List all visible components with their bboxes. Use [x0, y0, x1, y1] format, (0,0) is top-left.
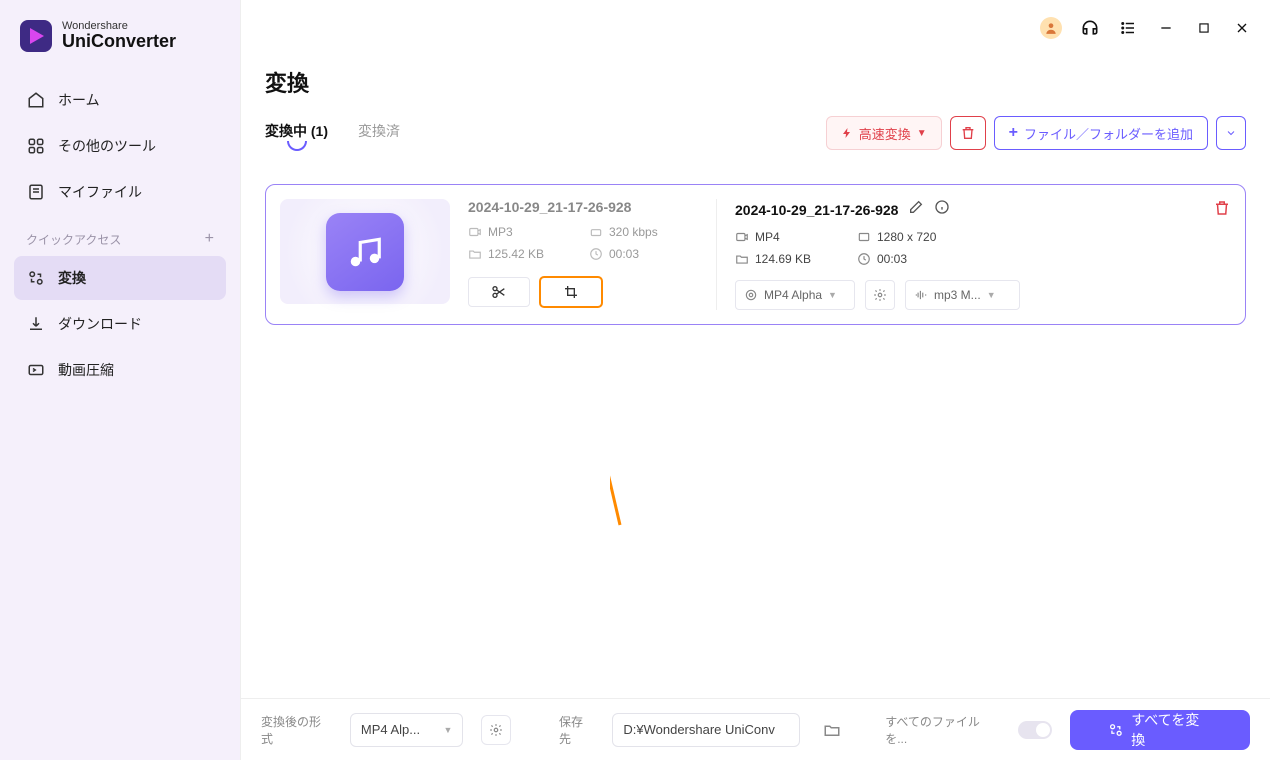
nav-compress[interactable]: 動画圧縮: [14, 348, 226, 392]
all-files-label: すべてのファイルを...: [885, 713, 1000, 747]
logo-icon: [20, 20, 52, 52]
download-icon: [26, 314, 46, 334]
dimensions-icon: [857, 230, 871, 244]
music-icon: [326, 213, 404, 291]
file-icon: [26, 182, 46, 202]
destination-label: 保存先: [559, 713, 594, 747]
titlebar: [241, 0, 1270, 56]
folder-icon: [735, 252, 749, 266]
fast-convert-button[interactable]: 高速変換 ▼: [826, 116, 942, 150]
grid-icon: [26, 136, 46, 156]
menu-icon[interactable]: [1118, 18, 1138, 38]
maximize-button[interactable]: [1194, 18, 1214, 38]
add-quick-access-button[interactable]: +: [205, 230, 214, 248]
main: 変換 変換中 (1) 変換済 高速変換 ▼: [240, 0, 1270, 760]
output-format-dropdown[interactable]: MP4 Alp... ▼: [350, 713, 464, 747]
rename-button[interactable]: [908, 199, 924, 220]
folder-icon: [468, 247, 482, 261]
trash-icon: [960, 125, 976, 141]
folder-icon: [823, 721, 841, 739]
nav-my-files[interactable]: マイファイル: [14, 170, 226, 214]
add-file-button[interactable]: + ファイル／フォルダーを追加: [994, 116, 1208, 150]
browse-folder-button[interactable]: [818, 715, 848, 745]
crop-icon: [563, 284, 579, 300]
delete-all-button[interactable]: [950, 116, 986, 150]
convert-icon: [26, 268, 46, 288]
chevron-down-icon: [1225, 127, 1237, 139]
nav-label: ホーム: [58, 90, 100, 110]
file-thumbnail: [280, 199, 450, 304]
convert-all-button[interactable]: すべてを変換: [1070, 710, 1251, 750]
close-button[interactable]: [1232, 18, 1252, 38]
quick-access-header: クイックアクセス +: [14, 216, 226, 254]
crop-button[interactable]: [540, 277, 602, 307]
gear-icon: [873, 288, 887, 302]
info-button[interactable]: [934, 199, 950, 220]
divider: [716, 199, 717, 310]
minimize-button[interactable]: [1156, 18, 1176, 38]
preset-dropdown[interactable]: MP4 Alpha ▼: [735, 280, 855, 310]
settings-button[interactable]: [865, 280, 895, 310]
plus-icon: +: [1009, 124, 1018, 142]
trash-icon: [1213, 199, 1231, 217]
nav-other-tools[interactable]: その他のツール: [14, 124, 226, 168]
tab-converting[interactable]: 変換中 (1): [265, 121, 328, 145]
page-title: 変換: [265, 56, 1246, 116]
output-format-label: 変換後の形式: [261, 713, 332, 747]
file-item[interactable]: 2024-10-29_21-17-26-928 MP3 320 kbps 125…: [265, 184, 1246, 325]
clock-icon: [589, 247, 603, 261]
video-icon: [735, 230, 749, 244]
home-icon: [26, 90, 46, 110]
video-icon: [468, 225, 482, 239]
destination-path-input[interactable]: D:¥Wondershare UniConv: [612, 713, 799, 747]
audio-dropdown[interactable]: mp3 M... ▼: [905, 280, 1020, 310]
chevron-down-icon: ▼: [828, 290, 837, 300]
nav-download[interactable]: ダウンロード: [14, 302, 226, 346]
nav-label: 変換: [58, 268, 86, 288]
source-filename: 2024-10-29_21-17-26-928: [468, 199, 698, 215]
logo: Wondershare UniConverter: [0, 20, 240, 72]
sidebar: Wondershare UniConverter ホーム その他のツール マイフ…: [0, 0, 240, 760]
destination-info: 2024-10-29_21-17-26-928 MP4 1280 x 720 1…: [735, 199, 1231, 310]
source-info: 2024-10-29_21-17-26-928 MP3 320 kbps 125…: [468, 199, 698, 310]
user-avatar-icon[interactable]: [1040, 17, 1062, 39]
clock-icon: [857, 252, 871, 266]
nav-label: ダウンロード: [58, 314, 142, 334]
all-files-toggle[interactable]: [1018, 721, 1051, 739]
nav-label: 動画圧縮: [58, 360, 114, 380]
convert-icon: [1108, 722, 1124, 738]
nav-convert[interactable]: 変換: [14, 256, 226, 300]
nav-label: マイファイル: [58, 182, 142, 202]
remove-file-button[interactable]: [1213, 199, 1231, 222]
dest-filename: 2024-10-29_21-17-26-928: [735, 202, 898, 218]
support-icon[interactable]: [1080, 18, 1100, 38]
chevron-down-icon: ▼: [987, 290, 996, 300]
nav-home[interactable]: ホーム: [14, 78, 226, 122]
footer-bar: 変換後の形式 MP4 Alp... ▼ 保存先 D:¥Wondershare U…: [241, 698, 1270, 760]
waveform-icon: [914, 288, 928, 302]
output-settings-button[interactable]: [481, 715, 511, 745]
target-icon: [744, 288, 758, 302]
bolt-icon: [841, 127, 853, 139]
chevron-down-icon: ▼: [443, 725, 452, 735]
gear-icon: [489, 723, 503, 737]
compress-icon: [26, 360, 46, 380]
brand-main: UniConverter: [62, 32, 176, 52]
trim-button[interactable]: [468, 277, 530, 307]
tag-icon: [589, 225, 603, 239]
add-file-dropdown[interactable]: [1216, 116, 1246, 150]
chevron-down-icon: ▼: [917, 128, 927, 139]
tab-converted[interactable]: 変換済: [358, 121, 400, 145]
nav-label: その他のツール: [58, 136, 156, 156]
scissors-icon: [491, 284, 507, 300]
